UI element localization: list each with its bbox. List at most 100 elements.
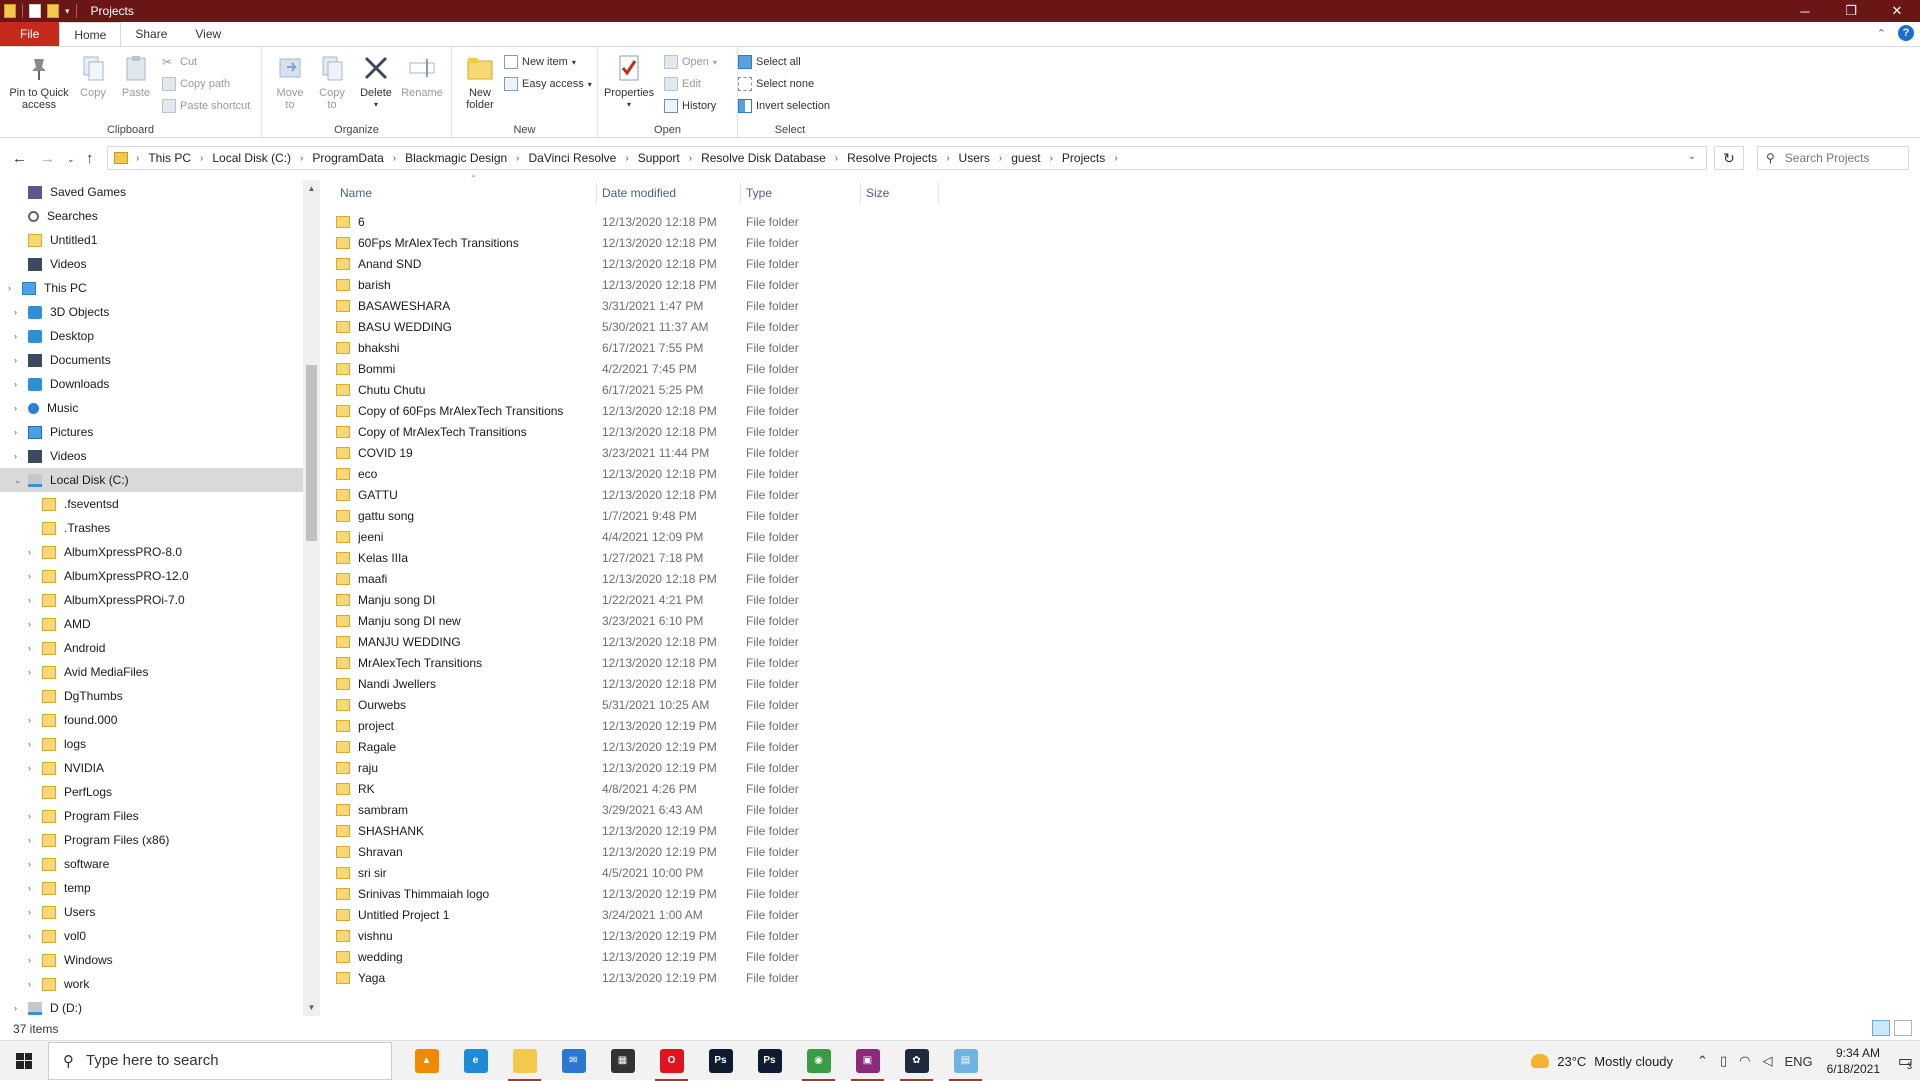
expand-chevron-icon[interactable]: ›: [28, 763, 38, 773]
copy-button[interactable]: Copy: [78, 53, 108, 99]
notification-center-button[interactable]: ▭ 3: [1890, 1041, 1920, 1081]
file-row[interactable]: Srinivas Thimmaiah logo 12/13/2020 12:19 …: [334, 883, 894, 904]
properties-icon[interactable]: [29, 4, 41, 18]
customize-qat-icon[interactable]: ▾: [65, 6, 70, 17]
sidebar-item[interactable]: › Windows: [0, 948, 303, 972]
cut-button[interactable]: ✂ Cut: [162, 53, 197, 71]
folder-icon[interactable]: [4, 4, 16, 18]
tab-share[interactable]: Share: [121, 22, 181, 46]
search-input[interactable]: ⚲ Search Projects: [1757, 146, 1909, 170]
expand-chevron-icon[interactable]: ›: [14, 355, 24, 365]
sidebar-item[interactable]: › vol0: [0, 924, 303, 948]
file-row[interactable]: Kelas IIIa 1/27/2021 7:18 PM File folder: [334, 547, 894, 568]
sidebar-item[interactable]: PerfLogs: [0, 780, 303, 804]
taskbar-app-chrome[interactable]: ◉: [794, 1041, 843, 1081]
recent-locations-icon[interactable]: ⌄: [67, 154, 75, 165]
back-arrow-icon[interactable]: ←: [12, 150, 27, 167]
file-row[interactable]: Ragale 12/13/2020 12:19 PM File folder: [334, 736, 894, 757]
expand-chevron-icon[interactable]: ›: [28, 931, 38, 941]
file-row[interactable]: COVID 19 3/23/2021 11:44 PM File folder: [334, 442, 894, 463]
breadcrumb-item[interactable]: DaVinci Resolve: [529, 151, 617, 165]
expand-chevron-icon[interactable]: ›: [28, 667, 38, 677]
breadcrumb-item[interactable]: Users: [959, 151, 990, 165]
expand-chevron-icon[interactable]: ›: [14, 403, 24, 413]
expand-chevron-icon[interactable]: ›: [28, 883, 38, 893]
breadcrumb-item[interactable]: guest: [1011, 151, 1040, 165]
file-row[interactable]: Ourwebs 5/31/2021 10:25 AM File folder: [334, 694, 894, 715]
file-row[interactable]: jeeni 4/4/2021 12:09 PM File folder: [334, 526, 894, 547]
sidebar-item[interactable]: › AlbumXpressPROi-7.0: [0, 588, 303, 612]
column-header-type[interactable]: Type: [746, 180, 846, 206]
column-header-size[interactable]: Size: [866, 180, 946, 206]
taskbar-app-opera[interactable]: O: [647, 1041, 696, 1081]
taskbar-app-photoshop-2[interactable]: Ps: [745, 1041, 794, 1081]
file-row[interactable]: Chutu Chutu 6/17/2021 5:25 PM File folder: [334, 379, 894, 400]
scroll-up-icon[interactable]: ▲: [303, 180, 320, 197]
language-indicator[interactable]: ENG: [1784, 1054, 1812, 1069]
address-bar[interactable]: › This PC › Local Disk (C:) › ProgramData ›…: [107, 146, 1707, 170]
navigation-pane-scrollbar[interactable]: ▲ ▼: [303, 180, 320, 1016]
tab-home[interactable]: Home: [59, 22, 122, 46]
file-row[interactable]: project 12/13/2020 12:19 PM File folder: [334, 715, 894, 736]
sidebar-item[interactable]: Searches: [0, 204, 303, 228]
file-row[interactable]: sambram 3/29/2021 6:43 AM File folder: [334, 799, 894, 820]
scroll-down-icon[interactable]: ▼: [303, 999, 320, 1016]
breadcrumb-item[interactable]: Projects: [1062, 151, 1105, 165]
rename-button[interactable]: Rename: [400, 53, 444, 99]
file-row[interactable]: BASU WEDDING 5/30/2021 11:37 AM File folde…: [334, 316, 894, 337]
file-row[interactable]: gattu song 1/7/2021 9:48 PM File folder: [334, 505, 894, 526]
collapse-ribbon-icon[interactable]: ⌃: [1877, 27, 1886, 40]
expand-chevron-icon[interactable]: ⌄: [14, 475, 24, 486]
expand-chevron-icon[interactable]: ›: [28, 619, 38, 629]
start-button[interactable]: [0, 1041, 48, 1081]
taskbar-app-vlc[interactable]: ▲: [402, 1041, 451, 1081]
sidebar-item[interactable]: › Documents: [0, 348, 303, 372]
expand-chevron-icon[interactable]: ›: [28, 979, 38, 989]
expand-chevron-icon[interactable]: ›: [14, 331, 24, 341]
paste-shortcut-button[interactable]: Paste shortcut: [162, 97, 250, 115]
sidebar-item[interactable]: DgThumbs: [0, 684, 303, 708]
taskbar-app-edge[interactable]: e: [451, 1041, 500, 1081]
delete-button[interactable]: Delete ▾: [358, 53, 394, 111]
copy-path-button[interactable]: Copy path: [162, 75, 230, 93]
expand-chevron-icon[interactable]: ›: [28, 811, 38, 821]
expand-chevron-icon[interactable]: ›: [28, 643, 38, 653]
sidebar-item[interactable]: › Program Files (x86): [0, 828, 303, 852]
sidebar-item[interactable]: › Avid MediaFiles: [0, 660, 303, 684]
file-row[interactable]: Manju song DI 1/22/2021 4:21 PM File folde…: [334, 589, 894, 610]
expand-chevron-icon[interactable]: ›: [28, 715, 38, 725]
sidebar-item[interactable]: › found.000: [0, 708, 303, 732]
sidebar-item[interactable]: Saved Games: [0, 180, 303, 204]
file-row[interactable]: Untitled Project 1 3/24/2021 1:00 AM File …: [334, 904, 894, 925]
edit-button[interactable]: Edit: [664, 75, 701, 93]
large-icons-view-icon[interactable]: [1894, 1020, 1912, 1036]
breadcrumb-item[interactable]: Resolve Projects: [847, 151, 937, 165]
column-header-name[interactable]: ⌃ Name: [340, 174, 590, 206]
file-row[interactable]: GATTU 12/13/2020 12:18 PM File folder: [334, 484, 894, 505]
pin-to-quick-access-button[interactable]: Pin to Quick access: [4, 53, 74, 111]
breadcrumb-item[interactable]: Blackmagic Design: [405, 151, 507, 165]
file-row[interactable]: 6 12/13/2020 12:18 PM File folder: [334, 211, 894, 232]
help-icon[interactable]: ?: [1898, 25, 1914, 41]
sidebar-item[interactable]: › Music: [0, 396, 303, 420]
copy-to-button[interactable]: Copy to: [314, 53, 350, 111]
file-row[interactable]: raju 12/13/2020 12:19 PM File folder: [334, 757, 894, 778]
sidebar-item[interactable]: › Android: [0, 636, 303, 660]
sidebar-item[interactable]: › temp: [0, 876, 303, 900]
sidebar-item[interactable]: › NVIDIA: [0, 756, 303, 780]
sidebar-item[interactable]: › 3D Objects: [0, 300, 303, 324]
file-row[interactable]: SHASHANK 12/13/2020 12:19 PM File folder: [334, 820, 894, 841]
new-folder-icon[interactable]: [47, 4, 59, 18]
address-dropdown-icon[interactable]: ⌄: [1688, 151, 1696, 162]
invert-selection-button[interactable]: Invert selection: [738, 97, 830, 115]
volume-icon[interactable]: ◁: [1762, 1053, 1772, 1069]
taskbar-search-input[interactable]: ⚲ Type here to search: [48, 1041, 392, 1080]
taskbar-app-winrar[interactable]: ▣: [843, 1041, 892, 1081]
sidebar-item[interactable]: › Videos: [0, 444, 303, 468]
sidebar-item[interactable]: › AMD: [0, 612, 303, 636]
expand-chevron-icon[interactable]: ›: [14, 1003, 24, 1013]
expand-chevron-icon[interactable]: ›: [14, 379, 24, 389]
open-button[interactable]: Open ▾: [664, 53, 717, 71]
new-folder-button[interactable]: New folder: [458, 53, 502, 111]
new-item-button[interactable]: New item ▾: [504, 53, 576, 71]
